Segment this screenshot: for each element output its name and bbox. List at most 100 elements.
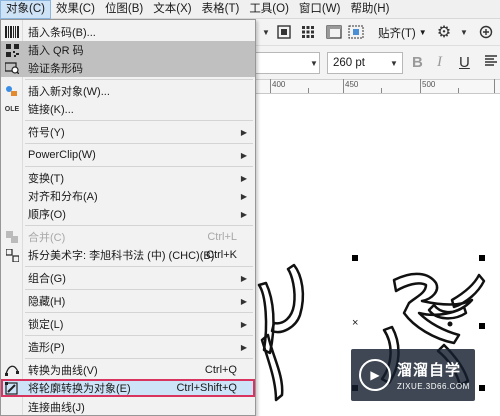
menu-item-label: 合并(C) <box>28 232 66 244</box>
underline-button[interactable]: U <box>459 54 470 71</box>
menu-item-label: 插入条码(B)... <box>28 27 96 39</box>
italic-button[interactable]: I <box>437 54 442 71</box>
menu-tools[interactable]: 工具(O) <box>244 0 294 19</box>
menu-item-label: 转换为曲线(V) <box>28 365 98 377</box>
snap-to-label: 贴齐(T) <box>378 27 416 40</box>
menu-effects[interactable]: 效果(C) <box>51 0 100 19</box>
menu-item-insert-qr[interactable]: 插入 QR 码 <box>1 41 255 59</box>
rulers-icon[interactable] <box>324 23 344 41</box>
menu-item-order[interactable]: 顺序(O) ▶ <box>1 205 255 223</box>
menu-item-label: 顺序(O) <box>28 209 66 221</box>
standard-toolbar: ▼ 贴齐(T) ▼ ⚙ ▼ <box>254 19 500 46</box>
menu-item-label: 插入新对象(W)... <box>28 86 110 98</box>
align-icon[interactable] <box>484 54 498 72</box>
combine-icon <box>1 228 23 246</box>
menu-item-convert-to-curves[interactable]: 转换为曲线(V) Ctrl+Q <box>1 361 255 379</box>
selection-handle[interactable] <box>479 255 485 261</box>
menu-item-label: 造形(P) <box>28 342 65 354</box>
watermark-subtitle: ZIXUE.3D66.COM <box>397 382 470 391</box>
submenu-arrow-icon: ▶ <box>240 209 247 219</box>
menu-item-group[interactable]: 组合(G) ▶ <box>1 269 255 287</box>
menu-item-shaping[interactable]: 造形(P) ▶ <box>1 338 255 356</box>
menu-window[interactable]: 窗口(W) <box>294 0 346 19</box>
menu-item-symbol[interactable]: 符号(Y) ▶ <box>1 123 255 141</box>
menu-item-insert-barcode[interactable]: 插入条码(B)... <box>1 23 255 41</box>
menu-item-lock[interactable]: 锁定(L) ▶ <box>1 315 255 333</box>
menu-bar: 对象(C) 效果(C) 位图(B) 文本(X) 表格(T) 工具(O) 窗口(W… <box>0 0 500 19</box>
property-bar: ▼ 260 pt ▼ B I U <box>254 46 500 80</box>
qr-code-icon <box>1 41 23 59</box>
guidelines-icon[interactable] <box>346 23 366 41</box>
chevron-down-icon[interactable]: ▼ <box>306 52 322 74</box>
menu-item-convert-outline-to-object[interactable]: 将轮廓转换为对象(E) Ctrl+Shift+Q <box>1 379 255 397</box>
submenu-arrow-icon: ▶ <box>240 173 247 183</box>
grid-icon[interactable] <box>298 23 318 41</box>
menu-item-join-curves[interactable]: 连接曲线(J) <box>1 398 255 416</box>
menu-item-link[interactable]: OLE 链接(K)... <box>1 100 255 118</box>
menu-item-align-distribute[interactable]: 对齐和分布(A) ▶ <box>1 187 255 205</box>
menu-item-insert-new-object[interactable]: 插入新对象(W)... <box>1 82 255 100</box>
menu-item-label: 拆分美术字: 李旭科书法 (中) (CHC)(B) <box>28 250 215 262</box>
validate-icon <box>1 59 23 77</box>
ruler-label: 500 <box>422 80 436 89</box>
outline-to-object-icon <box>1 379 23 397</box>
chevron-down-icon: ▼ <box>418 28 427 37</box>
center-mark-icon: × <box>352 317 359 329</box>
menu-item-label: 连接曲线(J) <box>28 402 85 414</box>
selection-handle[interactable] <box>352 255 358 261</box>
menu-object[interactable]: 对象(C) <box>0 0 51 19</box>
shortcut-label: Ctrl+Q <box>204 364 237 376</box>
menu-bitmaps[interactable]: 位图(B) <box>100 0 148 19</box>
ruler-label: 450 <box>345 80 359 89</box>
watermark-logo: ▶ 溜溜自学 ZIXUE.3D66.COM <box>351 349 475 401</box>
menu-item-label: PowerClip(W) <box>28 149 96 161</box>
menu-item-break-apart[interactable]: 拆分美术字: 李旭科书法 (中) (CHC)(B) Ctrl+K <box>1 246 255 264</box>
menu-item-transform[interactable]: 变换(T) ▶ <box>1 169 255 187</box>
object-menu: 插入条码(B)... 插入 QR 码 验证条形码 插入新对象(W)... OLE… <box>0 19 256 416</box>
watermark-title: 溜溜自学 <box>397 362 462 379</box>
submenu-arrow-icon: ▶ <box>240 150 247 160</box>
barcode-icon <box>1 23 23 41</box>
menu-item-label: 插入 QR 码 <box>28 45 84 57</box>
menu-item-validate-barcode[interactable]: 验证条形码 <box>1 59 255 77</box>
new-object-icon <box>1 82 23 100</box>
bold-button[interactable]: B <box>412 54 423 71</box>
dropdown-arrow-icon[interactable]: ▼ <box>256 23 276 41</box>
shortcut-label: Ctrl+Shift+Q <box>176 382 237 394</box>
play-icon: ▶ <box>359 359 391 391</box>
menu-item-combine[interactable]: 合并(C) Ctrl+L <box>1 228 255 246</box>
menu-item-label: 组合(G) <box>28 273 66 285</box>
submenu-arrow-icon: ▶ <box>240 319 247 329</box>
menu-item-label: 隐藏(H) <box>28 296 66 308</box>
snap-to-button[interactable]: 贴齐(T) ▼ <box>374 22 431 43</box>
menu-item-powerclip[interactable]: PowerClip(W) ▶ <box>1 146 255 164</box>
ole-link-icon: OLE <box>4 105 20 113</box>
gear-icon[interactable]: ⚙ <box>434 23 454 41</box>
submenu-arrow-icon: ▶ <box>240 191 247 201</box>
menu-item-label: 符号(Y) <box>28 127 65 139</box>
dropdown-arrow-icon[interactable]: ▼ <box>454 23 474 41</box>
menu-help[interactable]: 帮助(H) <box>345 0 394 19</box>
menu-text[interactable]: 文本(X) <box>148 0 196 19</box>
break-apart-icon <box>1 246 23 264</box>
chevron-down-icon[interactable]: ▼ <box>386 52 402 74</box>
submenu-arrow-icon: ▶ <box>240 342 247 352</box>
submenu-arrow-icon: ▶ <box>240 127 247 137</box>
menu-item-label: 将轮廓转换为对象(E) <box>28 383 131 395</box>
ruler-label: 400 <box>272 80 286 89</box>
selection-handle[interactable] <box>479 385 485 391</box>
horizontal-ruler[interactable]: 400 450 500 <box>254 79 500 94</box>
menu-item-hide[interactable]: 隐藏(H) ▶ <box>1 292 255 310</box>
launch-icon[interactable] <box>476 23 496 41</box>
submenu-arrow-icon: ▶ <box>240 273 247 283</box>
menu-item-label: 验证条形码 <box>28 63 83 75</box>
selection-handle[interactable] <box>479 323 485 329</box>
menu-item-label: 变换(T) <box>28 173 65 185</box>
curves-icon <box>1 361 23 379</box>
full-screen-icon[interactable] <box>274 23 294 41</box>
menu-table[interactable]: 表格(T) <box>197 0 245 19</box>
menu-item-label: 链接(K)... <box>28 104 74 116</box>
shortcut-label: Ctrl+L <box>207 231 237 243</box>
submenu-arrow-icon: ▶ <box>240 296 247 306</box>
menu-item-label: 对齐和分布(A) <box>28 191 98 203</box>
